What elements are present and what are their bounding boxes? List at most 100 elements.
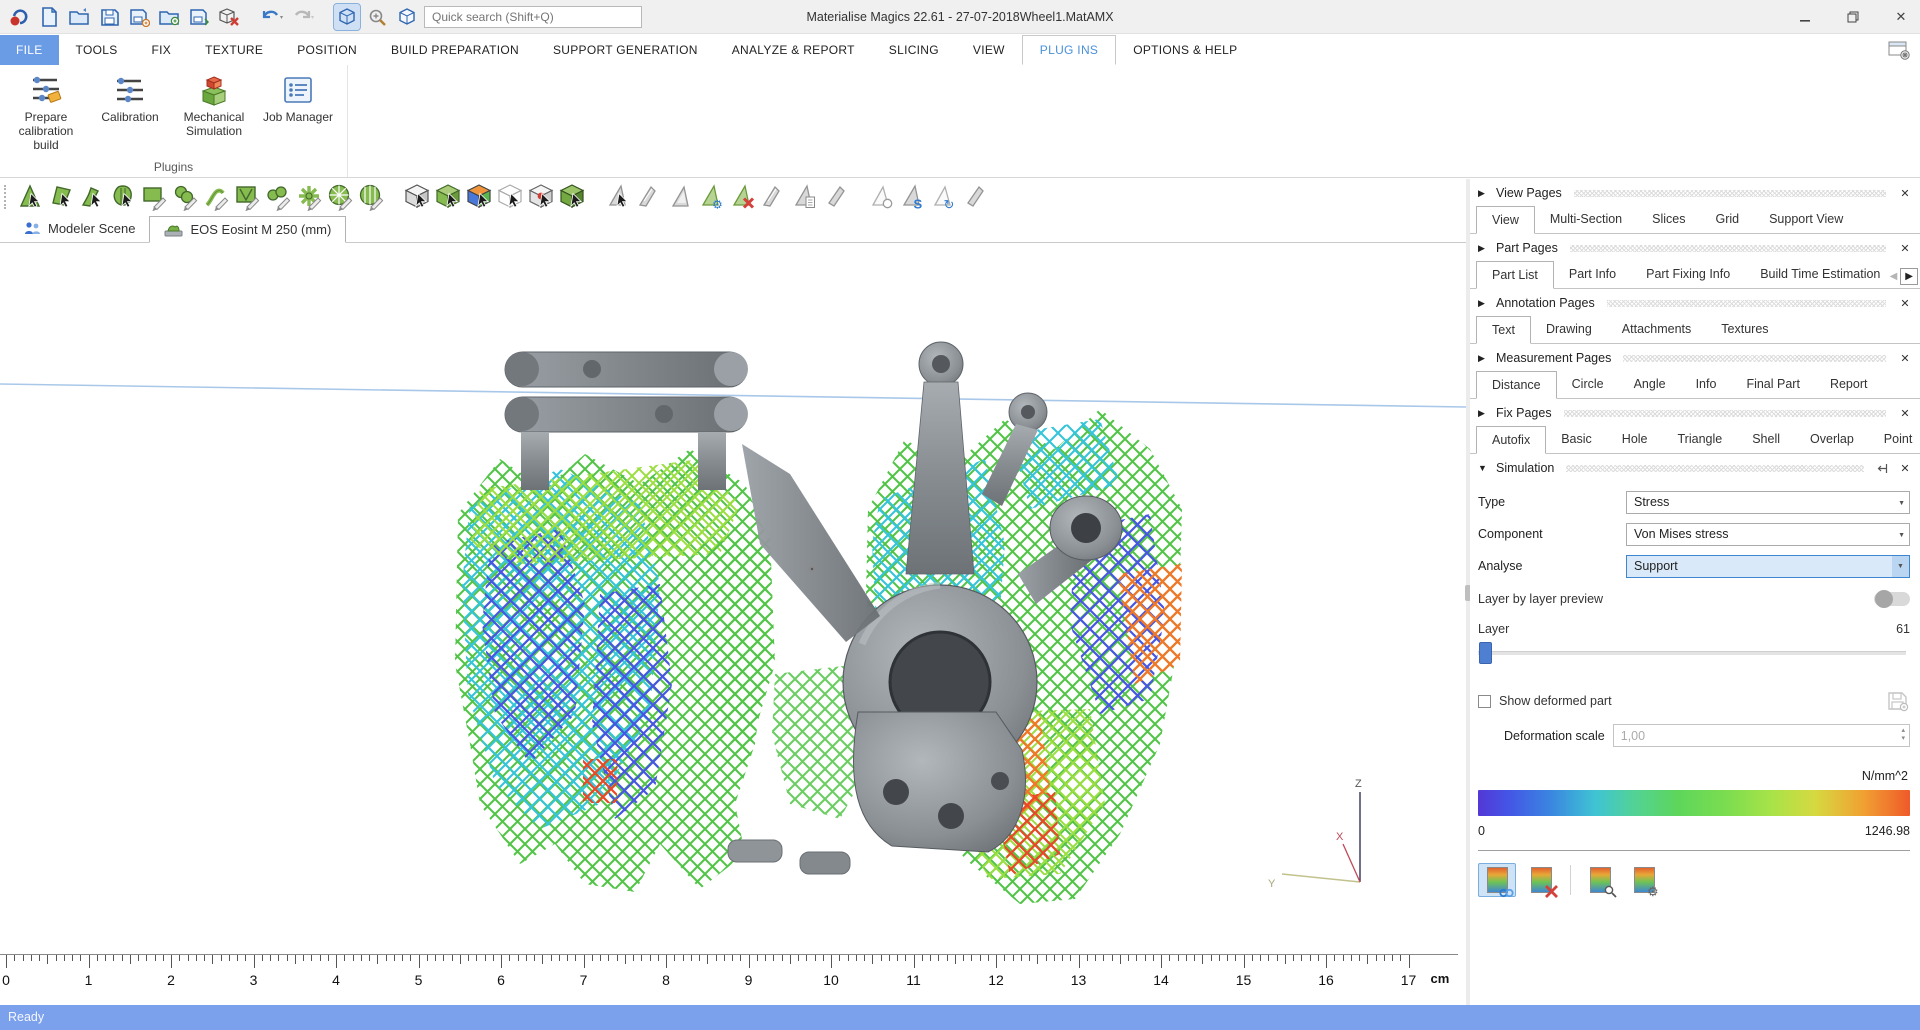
analyse-select[interactable]: Support▼ [1626,555,1910,578]
close-icon[interactable]: ✕ [1898,187,1912,200]
menu-tab-position[interactable]: POSITION [280,35,374,65]
section-header-fix-pages[interactable]: ▶ Fix Pages ✕ [1470,401,1920,425]
close-button[interactable]: ✕ [1890,6,1912,28]
section-header-simulation[interactable]: ▼ Simulation ✕ [1470,456,1920,480]
tab-textures[interactable]: Textures [1706,315,1783,343]
tab-part-list[interactable]: Part List [1476,261,1554,289]
expand-arrow-icon[interactable]: ▶ [1478,188,1488,199]
edit-radial-fan-icon[interactable] [357,183,385,211]
part-triangle-icon[interactable] [604,183,632,211]
tab-view[interactable]: View [1476,206,1535,234]
collapse-ribbon-icon[interactable] [1888,40,1910,60]
redo-icon[interactable] [290,4,316,30]
tab-support-view[interactable]: Support View [1754,205,1858,233]
section-header-part-pages[interactable]: ▶ Part Pages ✕ [1470,236,1920,260]
tab-part-fixing-info[interactable]: Part Fixing Info [1631,260,1745,288]
dropdown-arrow-icon[interactable]: ▼ [1898,500,1905,507]
open-project-icon[interactable] [66,4,92,30]
part-outline-probe-icon[interactable] [867,183,895,211]
tab-distance[interactable]: Distance [1476,371,1557,399]
part-slice-preview-icon[interactable]: S [898,183,926,211]
section-header-annotation-pages[interactable]: ▶ Annotation Pages ✕ [1470,291,1920,315]
tab-circle[interactable]: Circle [1557,370,1619,398]
tab-attachments[interactable]: Attachments [1607,315,1706,343]
part-section-flip-icon[interactable] [666,183,694,211]
save-platform-icon[interactable] [186,4,212,30]
close-icon[interactable]: ✕ [1898,407,1912,420]
scene-viewport[interactable]: Modeler SceneEOS Eosint M 250 (mm) [0,215,1466,1005]
layer-slider[interactable] [1478,642,1910,664]
scene-tab-eos-eosint-m-250-mm[interactable]: EOS Eosint M 250 (mm) [149,216,346,243]
collapse-arrow-icon[interactable]: ▼ [1478,463,1488,473]
expand-arrow-icon[interactable]: ▶ [1478,243,1488,254]
menu-tab-view[interactable]: VIEW [956,35,1022,65]
menu-tab-texture[interactable]: TEXTURE [188,35,280,65]
cube-marked-icon[interactable] [527,183,555,211]
menu-tab-plug-ins[interactable]: PLUG INS [1022,35,1116,65]
tab-report[interactable]: Report [1815,370,1883,398]
save-project-icon[interactable] [96,4,122,30]
part-flat-plane-icon[interactable] [960,183,988,211]
cube-white-icon[interactable] [403,183,431,211]
view-box-icon[interactable] [394,4,420,30]
ribbon-button-prepare-calibration-build[interactable]: Prepare calibration build [6,73,86,152]
edit-web-icon[interactable] [295,183,323,211]
inspect-stress-button[interactable] [1581,863,1619,897]
magics-logo-icon[interactable] [6,4,32,30]
part-auto-fix-icon[interactable]: ⚙ [697,183,725,211]
dropdown-arrow-icon[interactable]: ▼ [1898,532,1905,539]
close-icon[interactable]: ✕ [1898,352,1912,365]
section-drag-texture[interactable] [1566,465,1864,472]
dropdown-arrow-icon[interactable]: ▼ [1892,556,1909,577]
deformation-scale-input[interactable]: 1,00 ▴▾ [1613,724,1910,747]
tab-hole[interactable]: Hole [1607,425,1663,453]
support-volume-icon[interactable] [109,183,137,211]
undo-icon[interactable] [260,4,286,30]
cube-solid-green-icon[interactable] [558,183,586,211]
tab-scroll-right-icon[interactable]: ▶ [1900,268,1918,285]
scene-tab-modeler-scene[interactable]: Modeler Scene [10,215,149,242]
tab-multi-section[interactable]: Multi-Section [1535,205,1637,233]
3d-model-view[interactable]: Z Y X [0,244,1466,948]
tab-point[interactable]: Point [1869,425,1920,453]
toolbar-drag-handle[interactable] [4,185,9,209]
tab-final-part[interactable]: Final Part [1731,370,1815,398]
restore-button[interactable] [1842,6,1864,28]
load-platform-icon[interactable] [156,4,182,30]
part-report-icon[interactable] [790,183,818,211]
tab-autofix[interactable]: Autofix [1476,426,1546,454]
part-dashed-icon[interactable] [759,183,787,211]
tab-info[interactable]: Info [1681,370,1732,398]
tab-text[interactable]: Text [1476,316,1531,344]
section-drag-texture[interactable] [1607,300,1886,307]
layer-preview-toggle[interactable] [1874,592,1910,606]
section-drag-texture[interactable] [1623,355,1886,362]
expand-arrow-icon[interactable]: ▶ [1478,408,1488,419]
remove-parts-icon[interactable] [216,4,242,30]
edit-v-block-icon[interactable] [233,183,261,211]
menu-tab-support-generation[interactable]: SUPPORT GENERATION [536,35,715,65]
section-drag-texture[interactable] [1564,410,1886,417]
ribbon-button-mechanical-simulation[interactable]: Mechanical Simulation [174,73,254,152]
spinner-arrows-icon[interactable]: ▴▾ [1901,727,1905,743]
section-header-measurement-pages[interactable]: ▶ Measurement Pages ✕ [1470,346,1920,370]
menu-tab-file[interactable]: FILE [0,35,59,65]
edit-contour-icon[interactable] [264,183,292,211]
expand-arrow-icon[interactable]: ▶ [1478,353,1488,364]
save-deformed-icon[interactable] [1886,690,1910,712]
section-drag-texture[interactable] [1574,190,1886,197]
tab-angle[interactable]: Angle [1619,370,1681,398]
menu-tab-slicing[interactable]: SLICING [872,35,956,65]
stress-settings-button[interactable]: ⚙ [1625,863,1663,897]
quick-search-input[interactable] [424,6,642,28]
part-remove-support-icon[interactable] [728,183,756,211]
type-select[interactable]: Stress▼ [1626,491,1910,514]
support-quad-icon[interactable] [47,183,75,211]
layer-slider-handle[interactable] [1479,642,1492,664]
edit-line-icon[interactable] [202,183,230,211]
ribbon-button-calibration[interactable]: Calibration [90,73,170,152]
part-plane-icon[interactable] [821,183,849,211]
close-icon[interactable]: ✕ [1898,297,1912,310]
support-triangle-icon[interactable] [16,183,44,211]
tab-build-time-estimation[interactable]: Build Time Estimation [1745,260,1895,288]
